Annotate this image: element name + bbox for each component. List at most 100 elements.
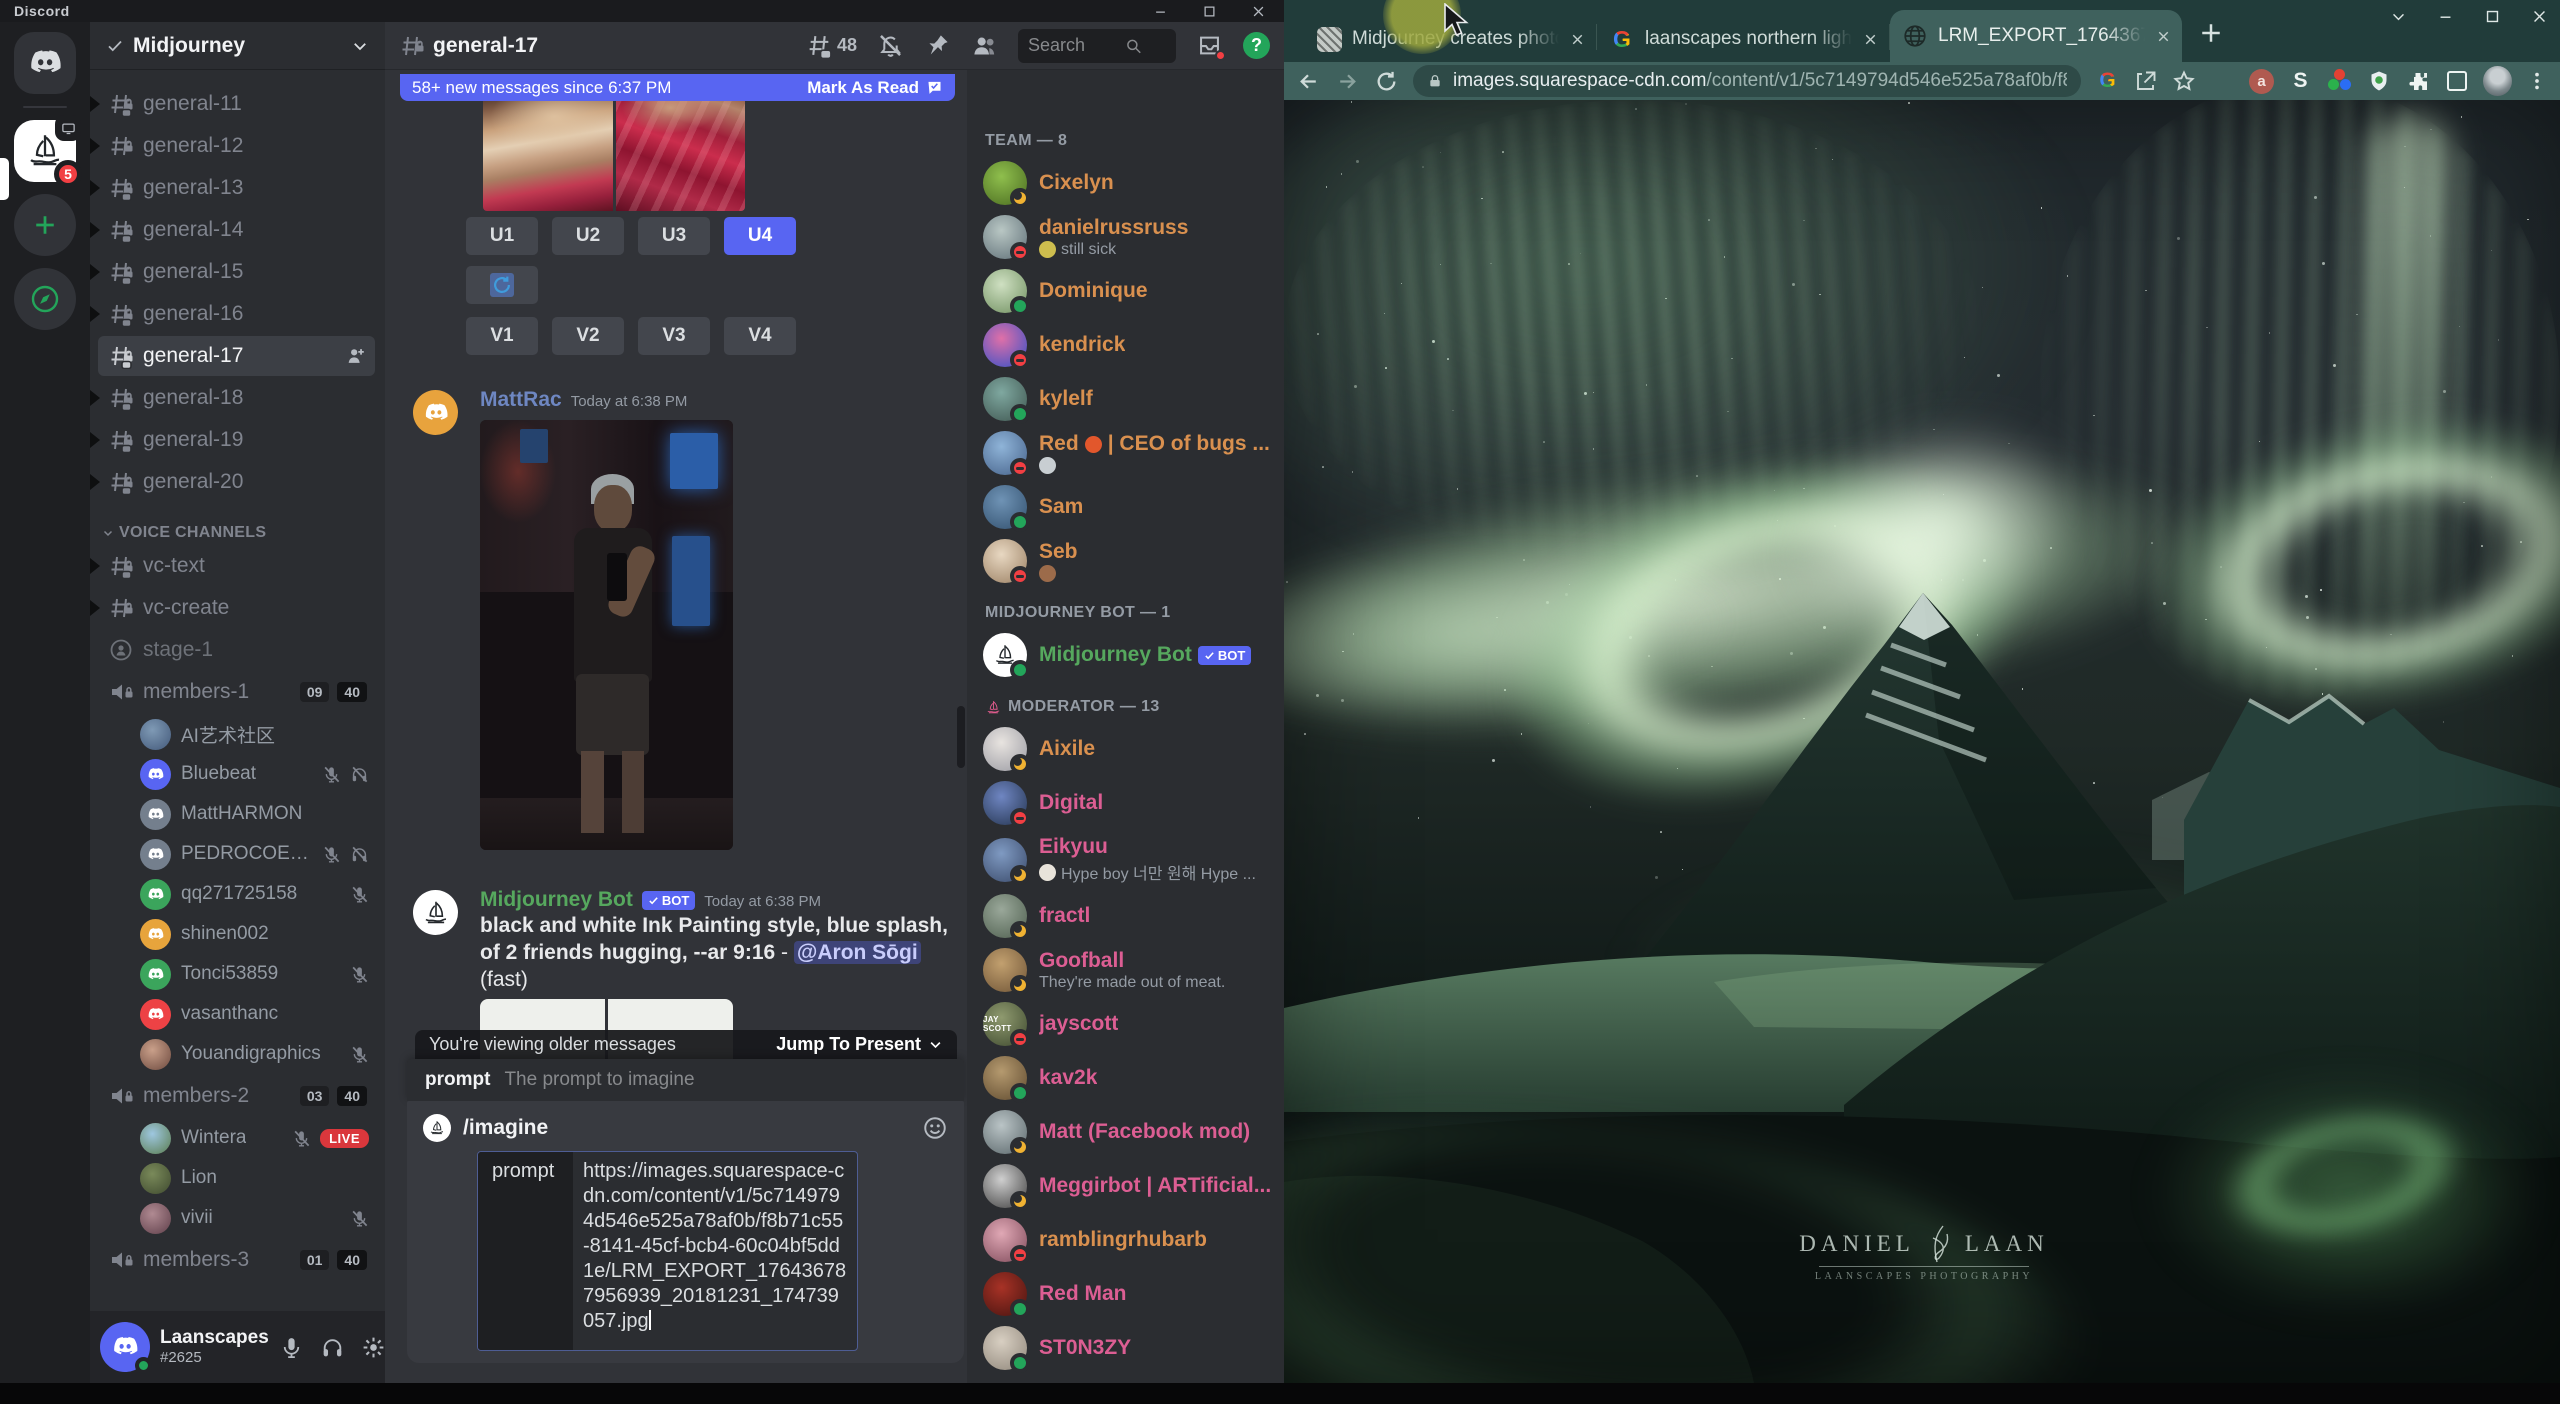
member-kendrick[interactable]: kendrick [983,318,1276,372]
voice-member-vivii[interactable]: vivii [134,1198,375,1238]
avatar[interactable] [413,390,458,435]
extension-s-letter-icon[interactable]: S [2288,68,2313,94]
channel-item-general-11[interactable]: general-11 [90,84,375,124]
member-ST0N3ZY[interactable]: ST0N3ZY [983,1321,1276,1375]
voice-channel-members-2[interactable]: members-2 03 40 [98,1076,375,1116]
voice-channel-members-1[interactable]: members-1 09 40 [98,672,375,712]
inbox-icon[interactable] [1196,32,1226,61]
user-mention[interactable]: @Aron Sōgi [793,941,921,964]
mark-as-read-button[interactable]: Mark As Read [807,78,943,98]
voice-channel-members-3[interactable]: members-3 01 40 [98,1240,375,1280]
close-icon[interactable] [2531,8,2548,25]
member-Midjourney Bot[interactable]: Midjourney Bot BOT [983,628,1276,682]
member-fractl[interactable]: fractl [983,889,1276,943]
share-icon[interactable] [2134,69,2158,93]
voice-member-Youandigraphics[interactable]: Youandigraphics [134,1034,375,1074]
browser-tab-3[interactable]: LRM_EXPORT_176436787956939 [1890,10,2182,62]
upscale-button-U2[interactable]: U2 [552,217,624,255]
prompt-option-field[interactable]: prompt https://images.squarespace-cdn.co… [477,1151,858,1351]
upscale-button-U4[interactable]: U4 [724,217,796,255]
invite-member-icon[interactable] [345,345,367,367]
midjourney-server-button[interactable]: 5 [14,115,82,188]
user-avatar[interactable] [100,1322,152,1374]
help-icon[interactable]: ? [1243,32,1270,59]
google-icon[interactable]: G [2095,68,2120,94]
voice-member-qq271725158[interactable]: qq271725158 [134,874,375,914]
emoji-picker-icon[interactable] [922,1115,948,1141]
menu-kebab-icon[interactable] [2526,70,2548,92]
close-icon[interactable] [1251,4,1266,19]
forward-icon[interactable] [1335,69,1360,94]
member-list-toggle-icon[interactable] [971,32,998,59]
bookmark-star-icon[interactable] [2172,69,2196,93]
prompt-option-value[interactable]: https://images.squarespace-cdn.com/conte… [573,1152,857,1350]
extension-shield-icon[interactable] [2366,68,2391,94]
member-ramblingrhubarb[interactable]: ramblingrhubarb [983,1213,1276,1267]
member-Aixile[interactable]: Aixile [983,722,1276,776]
member-jayscott[interactable]: JAY SCOTT jayscott [983,997,1276,1051]
voice-channel-vc-create[interactable]: vc-create [90,588,375,628]
new-messages-banner[interactable]: 58+ new messages since 6:37 PM Mark As R… [400,74,955,101]
headphones-icon[interactable] [320,1335,345,1360]
variation-button-V3[interactable]: V3 [638,317,710,355]
settings-gear-icon[interactable] [361,1335,386,1360]
voice-member-Lion[interactable]: Lion [134,1158,375,1198]
extensions-puzzle-icon[interactable] [2405,68,2430,94]
notifications-muted-icon[interactable] [877,32,904,59]
voice-channel-stage-1[interactable]: stage-1 [98,630,375,670]
voice-member-PEDROCOELHO...[interactable]: PEDROCOELHO... [134,834,375,874]
extension-rgb-icon[interactable] [2327,68,2352,94]
aurora-photo[interactable]: DANIEL LAAN LAANSCAPES PHOTOGRAPHY [1284,100,2560,1383]
maximize-icon[interactable] [1202,4,1217,19]
channel-item-general-12[interactable]: general-12 [90,126,375,166]
tab-close-icon[interactable] [1862,31,1879,48]
slash-command-autocomplete[interactable]: prompt The prompt to imagine [407,1059,964,1101]
member-danielrussruss[interactable]: danielrussruss still sick [983,210,1276,264]
message-author[interactable]: Midjourney Bot [480,888,633,912]
channel-item-general-13[interactable]: general-13 [90,168,375,208]
jump-to-present-button[interactable]: Jump To Present [776,1034,943,1055]
channel-item-general-16[interactable]: general-16 [90,294,375,334]
channel-item-general-19[interactable]: general-19 [90,420,375,460]
channel-item-general-18[interactable]: general-18 [90,378,375,418]
mic-icon[interactable] [279,1335,304,1360]
threads-button[interactable]: 48 [806,32,857,59]
add-server-button[interactable] [14,194,76,256]
upscale-button-U3[interactable]: U3 [638,217,710,255]
extension-square-icon[interactable] [2444,68,2469,94]
profile-avatar[interactable] [2483,66,2512,96]
member-kylelf[interactable]: kylelf [983,372,1276,426]
tab-search-chevron-icon[interactable] [2390,8,2407,25]
member-Digital[interactable]: Digital [983,776,1276,830]
minimize-icon[interactable] [1153,4,1168,19]
reroll-button[interactable] [466,266,538,304]
channel-item-general-17[interactable]: general-17 [98,336,375,376]
avatar[interactable] [413,890,458,935]
voice-member-Tonci53859[interactable]: Tonci53859 [134,954,375,994]
discord-home-button[interactable] [14,32,76,94]
voice-member-MattHARMON[interactable]: MattHARMON [134,794,375,834]
member-Cixelyn[interactable]: Cixelyn [983,156,1276,210]
maximize-icon[interactable] [2484,8,2501,25]
channel-item-general-20[interactable]: general-20 [90,462,375,502]
voice-channel-vc-text[interactable]: vc-text [90,546,375,586]
upscale-button-U1[interactable]: U1 [466,217,538,255]
search-input[interactable]: Search [1018,28,1176,63]
channel-item-general-14[interactable]: general-14 [90,210,375,250]
chat-scrollbar-thumb[interactable] [957,706,965,768]
member-kav2k[interactable]: kav2k [983,1051,1276,1105]
voice-member-AI艺术社区[interactable]: AI艺术社区 [134,714,375,754]
member-Red Man[interactable]: Red Man [983,1267,1276,1321]
member-Sam[interactable]: Sam [983,480,1276,534]
tab-close-icon[interactable] [2155,28,2172,45]
variation-button-V4[interactable]: V4 [724,317,796,355]
member-Red[interactable]: Red | CEO of bugs ... [983,426,1276,480]
member-Goofball[interactable]: Goofball They're made out of meat. [983,943,1276,997]
back-icon[interactable] [1296,69,1321,94]
voice-member-Wintera[interactable]: Wintera LIVE [134,1118,375,1158]
explore-servers-button[interactable] [14,268,76,330]
server-header[interactable]: Midjourney [90,22,385,70]
voice-member-Bluebeat[interactable]: Bluebeat [134,754,375,794]
member-Matt (Facebook mod)[interactable]: Matt (Facebook mod) [983,1105,1276,1159]
midjourney-grid-image[interactable] [483,96,745,211]
